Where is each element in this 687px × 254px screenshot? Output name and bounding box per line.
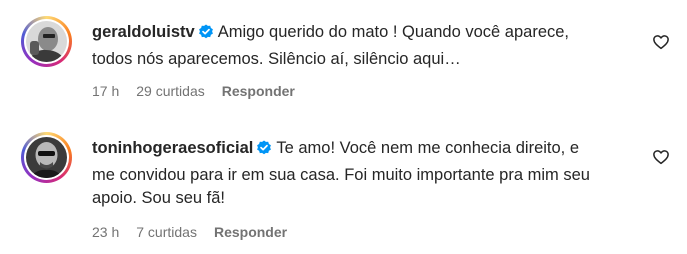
avatar-photo (26, 137, 67, 178)
comment-body: geraldoluistv Amigo querido do mato ! Qua… (92, 21, 592, 71)
avatar-photo (26, 21, 67, 62)
heart-outline-icon[interactable] (652, 148, 670, 166)
comment-meta: 17 h 29 curtidas Responder (92, 83, 312, 99)
comment-username[interactable]: toninhogeraesoficial (92, 139, 253, 157)
comment-likes[interactable]: 29 curtidas (136, 83, 204, 99)
heart-outline-icon[interactable] (652, 33, 670, 51)
comment-username[interactable]: geraldoluistv (92, 23, 195, 41)
comment-meta: 23 h 7 curtidas Responder (92, 224, 304, 240)
comment-time[interactable]: 23 h (92, 224, 119, 240)
avatar-geraldoluistv[interactable] (21, 16, 72, 67)
comment-time[interactable]: 17 h (92, 83, 119, 99)
verified-badge-icon (256, 140, 272, 164)
reply-button[interactable]: Responder (222, 83, 295, 99)
comment-likes[interactable]: 7 curtidas (136, 224, 197, 240)
verified-badge-icon (198, 24, 214, 48)
comment-body: toninhogeraesoficial Te amo! Você nem me … (92, 137, 592, 211)
avatar-toninhogeraesoficial[interactable] (21, 132, 72, 183)
reply-button[interactable]: Responder (214, 224, 287, 240)
